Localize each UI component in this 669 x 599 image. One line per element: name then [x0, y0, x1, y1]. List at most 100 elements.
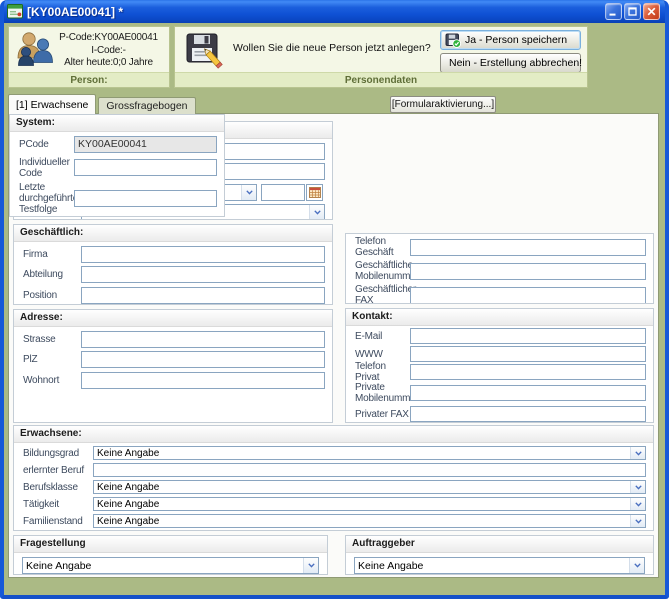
geschaeftliche-mobilenummer-input[interactable] [410, 263, 646, 280]
form-row: Bildungsgrad Keine Angabe [14, 446, 653, 460]
adresse-group: Adresse: Strasse PlZ Wohnort [13, 309, 333, 423]
form-row: Private Mobilenummer [346, 382, 653, 404]
auftraggeber-group: Auftraggeber Keine Angabe [345, 535, 654, 575]
www-label: WWW [355, 349, 410, 360]
erwachsene-group-header: Erwachsene: [14, 426, 653, 443]
telefon-geschaeft-input[interactable] [410, 239, 646, 256]
email-input[interactable] [410, 328, 646, 344]
formularaktivierung-button[interactable]: [Formularaktivierung...] [390, 96, 496, 113]
familienstand-select-value: Keine Angabe [94, 516, 630, 527]
fragestellung-group: Fragestellung Keine Angabe [13, 535, 328, 575]
system-group: System: PCode Individueller Code Letzte … [9, 114, 225, 217]
fragestellung-group-header: Fragestellung [14, 536, 327, 553]
application-window: [KY00AE00041] * [0, 0, 669, 599]
tab-grossfragebogen[interactable]: Grossfragebogen [98, 97, 195, 114]
position-label: Position [23, 290, 81, 301]
form-row: Privater FAX [346, 406, 653, 422]
form-row: Familienstand Keine Angabe [14, 514, 653, 528]
cancel-creation-label: Nein - Erstellung abbrechen! [449, 57, 582, 69]
adresse-group-header: Adresse: [14, 310, 332, 327]
cancel-creation-button[interactable]: Nein - Erstellung abbrechen! [440, 53, 581, 73]
maximize-button[interactable] [624, 3, 641, 20]
form-row: Geschäftliche Mobilenummer [346, 260, 653, 282]
save-person-label: Ja - Person speichern [465, 34, 567, 46]
save-person-button[interactable]: Ja - Person speichern [440, 30, 581, 50]
telefon-geschaeft-label: Telefon Geschäft [355, 236, 410, 258]
form-row: Keine Angabe [14, 557, 327, 574]
tab-erwachsene[interactable]: [1] Erwachsene [8, 94, 96, 114]
position-input[interactable] [81, 287, 325, 304]
wohnort-input[interactable] [81, 372, 325, 389]
familienstand-select[interactable]: Keine Angabe [93, 514, 646, 528]
form-row: Berufsklasse Keine Angabe [14, 480, 653, 494]
geschaeftlicher-fax-input[interactable] [410, 287, 646, 304]
plz-label: PlZ [23, 354, 81, 365]
save-disk-pencil-icon [186, 33, 226, 74]
i-code-text: I-Code:- [51, 45, 166, 58]
erwachsene-group: Erwachsene: Bildungsgrad Keine Angabe er… [13, 425, 654, 531]
individueller-code-label: Individueller Code [19, 157, 74, 179]
save-yes-icon [445, 33, 461, 48]
erlernter-beruf-label: erlernter Beruf [23, 465, 93, 476]
form-row: PCode [10, 136, 224, 153]
person-info-panel: P-Code:KY00AE00041 I-Code:- Alter heute:… [8, 26, 170, 88]
window-content: P-Code:KY00AE00041 I-Code:- Alter heute:… [4, 23, 665, 595]
letzte-testfolge-input[interactable] [74, 190, 217, 207]
form-row: Position [14, 287, 332, 304]
letzte-testfolge-label: Letzte durchgeführte Testfolge [19, 182, 74, 215]
form-row: Letzte durchgeführte Testfolge [10, 182, 224, 216]
telefon-privat-input[interactable] [410, 364, 646, 380]
chevron-down-icon [309, 205, 324, 220]
minimize-button[interactable] [605, 3, 622, 20]
app-icon[interactable] [7, 4, 23, 19]
berufsklasse-label: Berufsklasse [23, 482, 93, 493]
tab-bar: [1] Erwachsene Grossfragebogen [8, 94, 196, 114]
geschaeftliche-mobilenummer-label: Geschäftliche Mobilenummer [355, 260, 410, 282]
geburtsdatum-date-input[interactable] [261, 184, 305, 201]
window-title: [KY00AE00041] * [23, 5, 605, 19]
personendaten-panel-footer: Personendaten [175, 72, 587, 87]
bildungsgrad-select-value: Keine Angabe [94, 448, 630, 459]
berufsklasse-select[interactable]: Keine Angabe [93, 480, 646, 494]
calendar-button[interactable] [306, 184, 323, 201]
chevron-down-icon [630, 481, 645, 493]
auftraggeber-select[interactable]: Keine Angabe [354, 557, 645, 574]
bildungsgrad-label: Bildungsgrad [23, 448, 93, 459]
close-icon [647, 7, 656, 16]
form-row: Firma [14, 246, 332, 263]
firma-label: Firma [23, 249, 81, 260]
business-contact-group: Telefon Geschäft Geschäftliche Mobilenum… [345, 233, 654, 304]
plz-input[interactable] [81, 351, 325, 368]
form-row: Wohnort [14, 372, 332, 389]
strasse-input[interactable] [81, 331, 325, 348]
private-mobilenummer-input[interactable] [410, 385, 646, 401]
form-row: E-Mail [346, 328, 653, 344]
www-input[interactable] [410, 346, 646, 362]
form-row: Keine Angabe [346, 557, 653, 574]
firma-input[interactable] [81, 246, 325, 263]
kontakt-group: Kontakt: E-Mail WWW Telefon Privat Priva… [345, 308, 654, 423]
auftraggeber-select-value: Keine Angabe [355, 560, 629, 572]
email-label: E-Mail [355, 331, 410, 342]
abteilung-label: Abteilung [23, 269, 81, 280]
users-icon [14, 31, 54, 74]
berufsklasse-select-value: Keine Angabe [94, 482, 630, 493]
chevron-down-icon [629, 558, 644, 573]
privater-fax-label: Privater FAX [355, 409, 410, 420]
person-info-lines: P-Code:KY00AE00041 I-Code:- Alter heute:… [51, 32, 166, 70]
personendaten-panel: Wollen Sie die neue Person jetzt anlegen… [174, 26, 588, 88]
bildungsgrad-select[interactable]: Keine Angabe [93, 446, 646, 460]
strasse-label: Strasse [23, 334, 81, 345]
taetigkeit-select[interactable]: Keine Angabe [93, 497, 646, 511]
individueller-code-input[interactable] [74, 159, 217, 176]
close-button[interactable] [643, 3, 660, 20]
pcode-label: PCode [19, 139, 74, 150]
privater-fax-input[interactable] [410, 406, 646, 422]
abteilung-input[interactable] [81, 266, 325, 283]
person-panel-footer: Person: [9, 72, 169, 87]
form-row: WWW [346, 346, 653, 362]
fragestellung-select[interactable]: Keine Angabe [22, 557, 319, 574]
familienstand-label: Familienstand [23, 516, 93, 527]
erlernter-beruf-input[interactable] [93, 463, 646, 477]
fragestellung-select-value: Keine Angabe [23, 560, 303, 572]
